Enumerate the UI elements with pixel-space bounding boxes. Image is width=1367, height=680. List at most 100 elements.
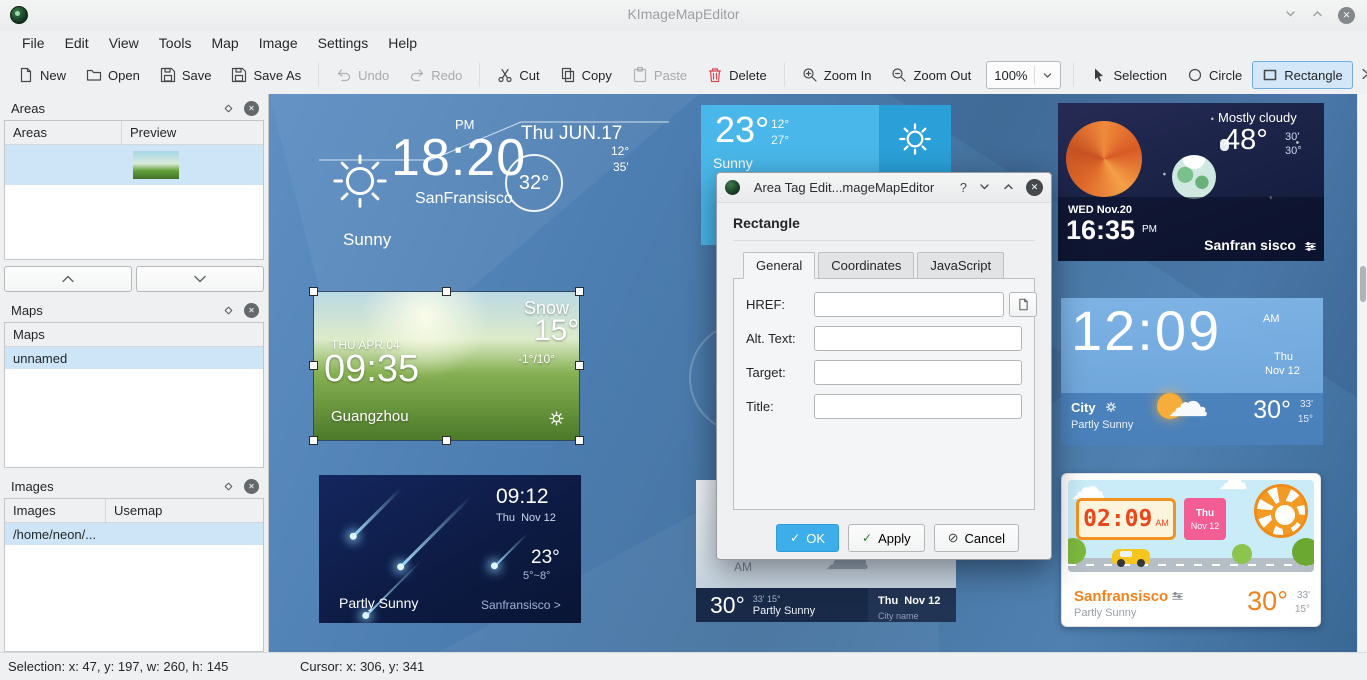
href-input[interactable]: [814, 292, 1004, 317]
cancel-icon: ⊘: [948, 530, 959, 546]
paste-label: Paste: [654, 68, 687, 83]
ok-button[interactable]: ✓ OK: [776, 524, 839, 552]
circle-tool-button[interactable]: Circle: [1177, 61, 1252, 89]
tab-javascript[interactable]: JavaScript: [917, 252, 1004, 279]
selection-handle-ne[interactable]: [575, 287, 584, 296]
maps-close-button[interactable]: ✕: [244, 303, 259, 318]
close-button[interactable]: ✕: [1338, 7, 1355, 24]
copy-icon: [560, 67, 576, 83]
dialog-titlebar[interactable]: Area Tag Edit...mageMapEditor ? ✕: [717, 173, 1051, 203]
guangzhou-range: -1°/10°: [518, 352, 555, 366]
areas-close-button[interactable]: ✕: [244, 101, 259, 116]
save-as-button[interactable]: Save As: [221, 61, 311, 89]
dialog-minimize-button[interactable]: [978, 180, 991, 196]
redo-button[interactable]: Redo: [399, 61, 472, 89]
bush-graphic: [1232, 544, 1252, 564]
gear-icon: [548, 410, 565, 427]
area-move-up-button[interactable]: [4, 266, 132, 292]
menu-view[interactable]: View: [99, 31, 149, 55]
scrollbar-thumb[interactable]: [1360, 266, 1366, 302]
menu-file[interactable]: File: [12, 31, 55, 55]
toolbar-overflow-button[interactable]: [1353, 64, 1367, 87]
shape-type-label: Rectangle: [733, 215, 1035, 231]
images-col-header[interactable]: Images: [5, 503, 105, 518]
copy-button[interactable]: Copy: [550, 61, 622, 89]
minimize-button[interactable]: [1284, 7, 1297, 23]
cancel-button[interactable]: ⊘ Cancel: [934, 524, 1019, 552]
maps-table: Maps unnamed: [4, 322, 264, 468]
menu-edit[interactable]: Edit: [55, 31, 99, 55]
selection-handle-n[interactable]: [442, 287, 451, 296]
help-button[interactable]: ?: [960, 180, 967, 195]
window-titlebar: KImageMapEditor ✕: [0, 0, 1367, 30]
selection-handle-e[interactable]: [575, 361, 584, 370]
general-tab-panel: HREF: Alt. Text: Target: Title:: [733, 278, 1035, 510]
images-float-button[interactable]: [223, 481, 234, 492]
save-button[interactable]: Save: [150, 61, 222, 89]
save-icon: [160, 67, 176, 83]
image-list-item[interactable]: /home/neon/...: [5, 523, 263, 545]
apply-button[interactable]: ✓ Apply: [848, 524, 925, 552]
selection-handle-se[interactable]: [575, 436, 584, 445]
dialog-close-button[interactable]: ✕: [1026, 179, 1043, 196]
zoom-out-button[interactable]: Zoom Out: [881, 61, 981, 89]
maps-panel-title: Maps: [11, 303, 213, 318]
href-browse-button[interactable]: [1009, 292, 1037, 317]
area-list-item[interactable]: [5, 145, 263, 185]
earth-graphic: [1172, 155, 1216, 199]
areas-col-header[interactable]: Areas: [5, 125, 121, 140]
delete-button[interactable]: Delete: [697, 61, 777, 89]
maps-float-button[interactable]: [223, 305, 234, 316]
menu-tools[interactable]: Tools: [149, 31, 202, 55]
selection-handle-nw[interactable]: [309, 287, 318, 296]
alt-text-input[interactable]: [814, 326, 1022, 351]
areas-float-button[interactable]: [223, 103, 234, 114]
images-close-button[interactable]: ✕: [244, 479, 259, 494]
menu-image[interactable]: Image: [249, 31, 308, 55]
images-panel-title: Images: [11, 479, 213, 494]
usemap-col-header[interactable]: Usemap: [106, 503, 170, 518]
rectangle-tool-button[interactable]: Rectangle: [1252, 61, 1353, 89]
temperature-ring: 32°: [505, 154, 563, 212]
undo-button[interactable]: Undo: [326, 61, 399, 89]
new-document-icon: [18, 67, 34, 83]
open-button[interactable]: Open: [76, 61, 150, 89]
sun-icon: [897, 121, 933, 157]
title-input[interactable]: [814, 394, 1022, 419]
areas-list[interactable]: [5, 145, 263, 259]
paste-button[interactable]: Paste: [622, 61, 697, 89]
areas-panel-titlebar: Areas ✕: [4, 96, 264, 120]
dialog-tabs: General Coordinates JavaScript: [743, 251, 1035, 278]
rectangle-tool-icon: [1262, 67, 1278, 83]
preview-col-header[interactable]: Preview: [122, 125, 184, 140]
selection-handle-w[interactable]: [309, 361, 318, 370]
selection-handle-sw[interactable]: [309, 436, 318, 445]
maps-col-header[interactable]: Maps: [5, 327, 53, 342]
selection-tool-button[interactable]: Selection: [1081, 61, 1176, 89]
zoom-level-select[interactable]: 100%: [986, 61, 1061, 89]
dialog-maximize-button[interactable]: [1002, 180, 1015, 196]
area-move-down-button[interactable]: [136, 266, 264, 292]
menu-map[interactable]: Map: [201, 31, 248, 55]
zoom-in-button[interactable]: Zoom In: [792, 61, 882, 89]
target-input[interactable]: [814, 360, 1022, 385]
images-list[interactable]: /home/neon/...: [5, 523, 263, 651]
tab-coordinates[interactable]: Coordinates: [818, 252, 914, 279]
chevron-right-icon: [1357, 66, 1367, 82]
maps-list[interactable]: unnamed: [5, 347, 263, 467]
new-button[interactable]: New: [8, 61, 76, 89]
guangzhou-time: 09:35: [324, 348, 419, 391]
menu-settings[interactable]: Settings: [308, 31, 379, 55]
chevron-down-icon: [193, 274, 207, 284]
selection-handle-s[interactable]: [442, 436, 451, 445]
cartoon-date: Nov 12: [1191, 521, 1220, 531]
menubar: File Edit View Tools Map Image Settings …: [0, 30, 1367, 56]
vertical-scrollbar[interactable]: [1357, 94, 1367, 652]
maximize-button[interactable]: [1311, 7, 1324, 23]
map-list-item[interactable]: unnamed: [5, 347, 263, 369]
clock-low: 35': [613, 160, 629, 174]
tab-general[interactable]: General: [743, 252, 815, 279]
cloud-icon: ☁: [1218, 480, 1248, 497]
cut-button[interactable]: Cut: [487, 61, 549, 89]
menu-help[interactable]: Help: [378, 31, 427, 55]
